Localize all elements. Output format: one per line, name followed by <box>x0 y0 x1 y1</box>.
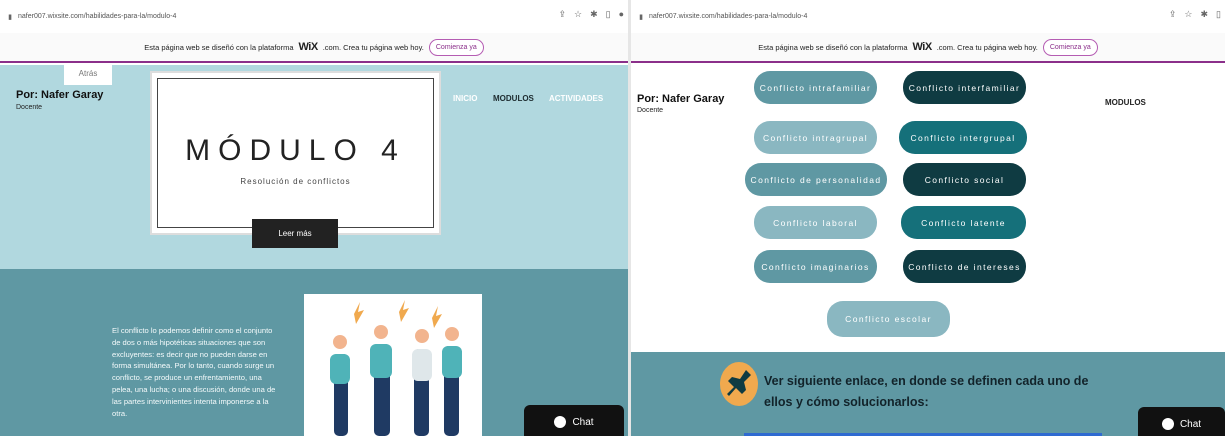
wix-logo: WiX <box>298 41 319 53</box>
chat-button[interactable]: Chat <box>1138 407 1225 436</box>
nav-modulos[interactable]: MODULOS <box>1105 98 1146 107</box>
lock-icon: ▮ <box>8 13 12 21</box>
back-button[interactable]: Atrás <box>64 63 112 85</box>
chat-icon <box>554 416 567 428</box>
conflict-pill[interactable]: Conflicto de personalidad <box>745 163 887 196</box>
wix-banner-suffix: .com. Crea tu página web hoy. <box>936 42 1038 52</box>
profile-icon[interactable]: ● <box>619 9 624 20</box>
wix-logo: WiX <box>912 41 933 53</box>
star-icon[interactable]: ☆ <box>1184 9 1192 20</box>
start-now-button[interactable]: Comienza ya <box>428 38 484 56</box>
share-icon[interactable]: ⇪ <box>1169 9 1177 20</box>
address-bar[interactable]: ▮ nafer007.wixsite.com/habilidades-para-… <box>631 0 1225 33</box>
extension-icon[interactable]: ✱ <box>590 9 598 20</box>
sidepanel-icon[interactable]: ▯ <box>606 9 611 20</box>
conflict-illustration <box>304 294 482 436</box>
conflict-pill[interactable]: Conflicto imaginarios <box>754 250 877 283</box>
module-card-frame: MÓDULO 4 Resolución de conflictos <box>157 78 434 228</box>
module-card: MÓDULO 4 Resolución de conflictos <box>150 71 441 235</box>
conflict-pill[interactable]: Conflicto de intereses <box>903 250 1026 283</box>
read-more-button[interactable]: Leer más <box>252 219 338 248</box>
right-browser-window: ▮ nafer007.wixsite.com/habilidades-para-… <box>631 0 1225 436</box>
pin-icon <box>720 362 758 406</box>
conflict-pill[interactable]: Conflicto escolar <box>827 301 950 337</box>
arguing-people-illustration <box>330 300 462 436</box>
browser-toolbar-icons: ⇪ ☆ ✱ ▯ ● <box>558 9 624 20</box>
nav-inicio[interactable]: INICIO <box>453 94 477 103</box>
author-role: Docente <box>16 104 43 111</box>
address-bar[interactable]: ▮ nafer007.wixsite.com/habilidades-para-… <box>0 0 628 33</box>
conflict-pill[interactable]: Conflicto intrafamiliar <box>754 71 877 104</box>
wix-banner: Esta página web se diseñó con la platafo… <box>0 33 628 63</box>
nav-actividades[interactable]: ACTIVIDADES <box>549 94 603 103</box>
conflict-pill[interactable]: Conflicto interfamiliar <box>903 71 1026 104</box>
pushpin-icon <box>727 370 751 396</box>
conflict-pill[interactable]: Conflicto intergrupal <box>899 121 1027 154</box>
chat-button[interactable]: Chat <box>524 405 624 436</box>
browser-toolbar-icons: ⇪ ☆ ✱ ▯ <box>1169 9 1221 20</box>
star-icon[interactable]: ☆ <box>574 9 582 20</box>
conflict-pill[interactable]: Conflicto social <box>903 163 1026 196</box>
author-name: Por: Nafer Garay <box>16 89 104 101</box>
nav-modulos[interactable]: MODULOS <box>493 94 534 103</box>
conflict-definition-text: El conflicto lo podemos definir como el … <box>112 326 276 418</box>
chat-label: Chat <box>1179 418 1202 430</box>
conflict-pill[interactable]: Conflicto laboral <box>754 206 877 239</box>
sidepanel-icon[interactable]: ▯ <box>1216 9 1221 20</box>
author-role: Docente <box>637 107 664 114</box>
module-title: MÓDULO 4 <box>185 134 406 167</box>
author-name: Por: Nafer Garay <box>637 93 725 105</box>
wix-banner-text: Esta página web se diseñó con la platafo… <box>144 42 294 52</box>
wix-banner: Esta página web se diseñó con la platafo… <box>631 33 1225 63</box>
start-now-button[interactable]: Comienza ya <box>1042 38 1098 56</box>
chat-label: Chat <box>572 416 594 428</box>
conflict-pill[interactable]: Conflicto intragrupal <box>754 121 877 154</box>
lock-icon: ▮ <box>639 13 643 21</box>
chat-icon <box>1161 418 1174 430</box>
url-text[interactable]: nafer007.wixsite.com/habilidades-para-la… <box>18 13 176 20</box>
module-subtitle: Resolución de conflictos <box>240 177 351 186</box>
wix-banner-text: Esta página web se diseñó con la platafo… <box>758 42 908 52</box>
url-text[interactable]: nafer007.wixsite.com/habilidades-para-la… <box>649 13 807 20</box>
extension-icon[interactable]: ✱ <box>1201 9 1209 20</box>
left-browser-window: ▮ nafer007.wixsite.com/habilidades-para-… <box>0 0 628 436</box>
share-icon[interactable]: ⇪ <box>558 9 566 20</box>
wix-banner-suffix: .com. Crea tu página web hoy. <box>322 42 424 52</box>
link-instruction-text: Ver siguiente enlace, en donde se define… <box>764 374 1089 409</box>
conflict-pill[interactable]: Conflicto latente <box>901 206 1026 239</box>
